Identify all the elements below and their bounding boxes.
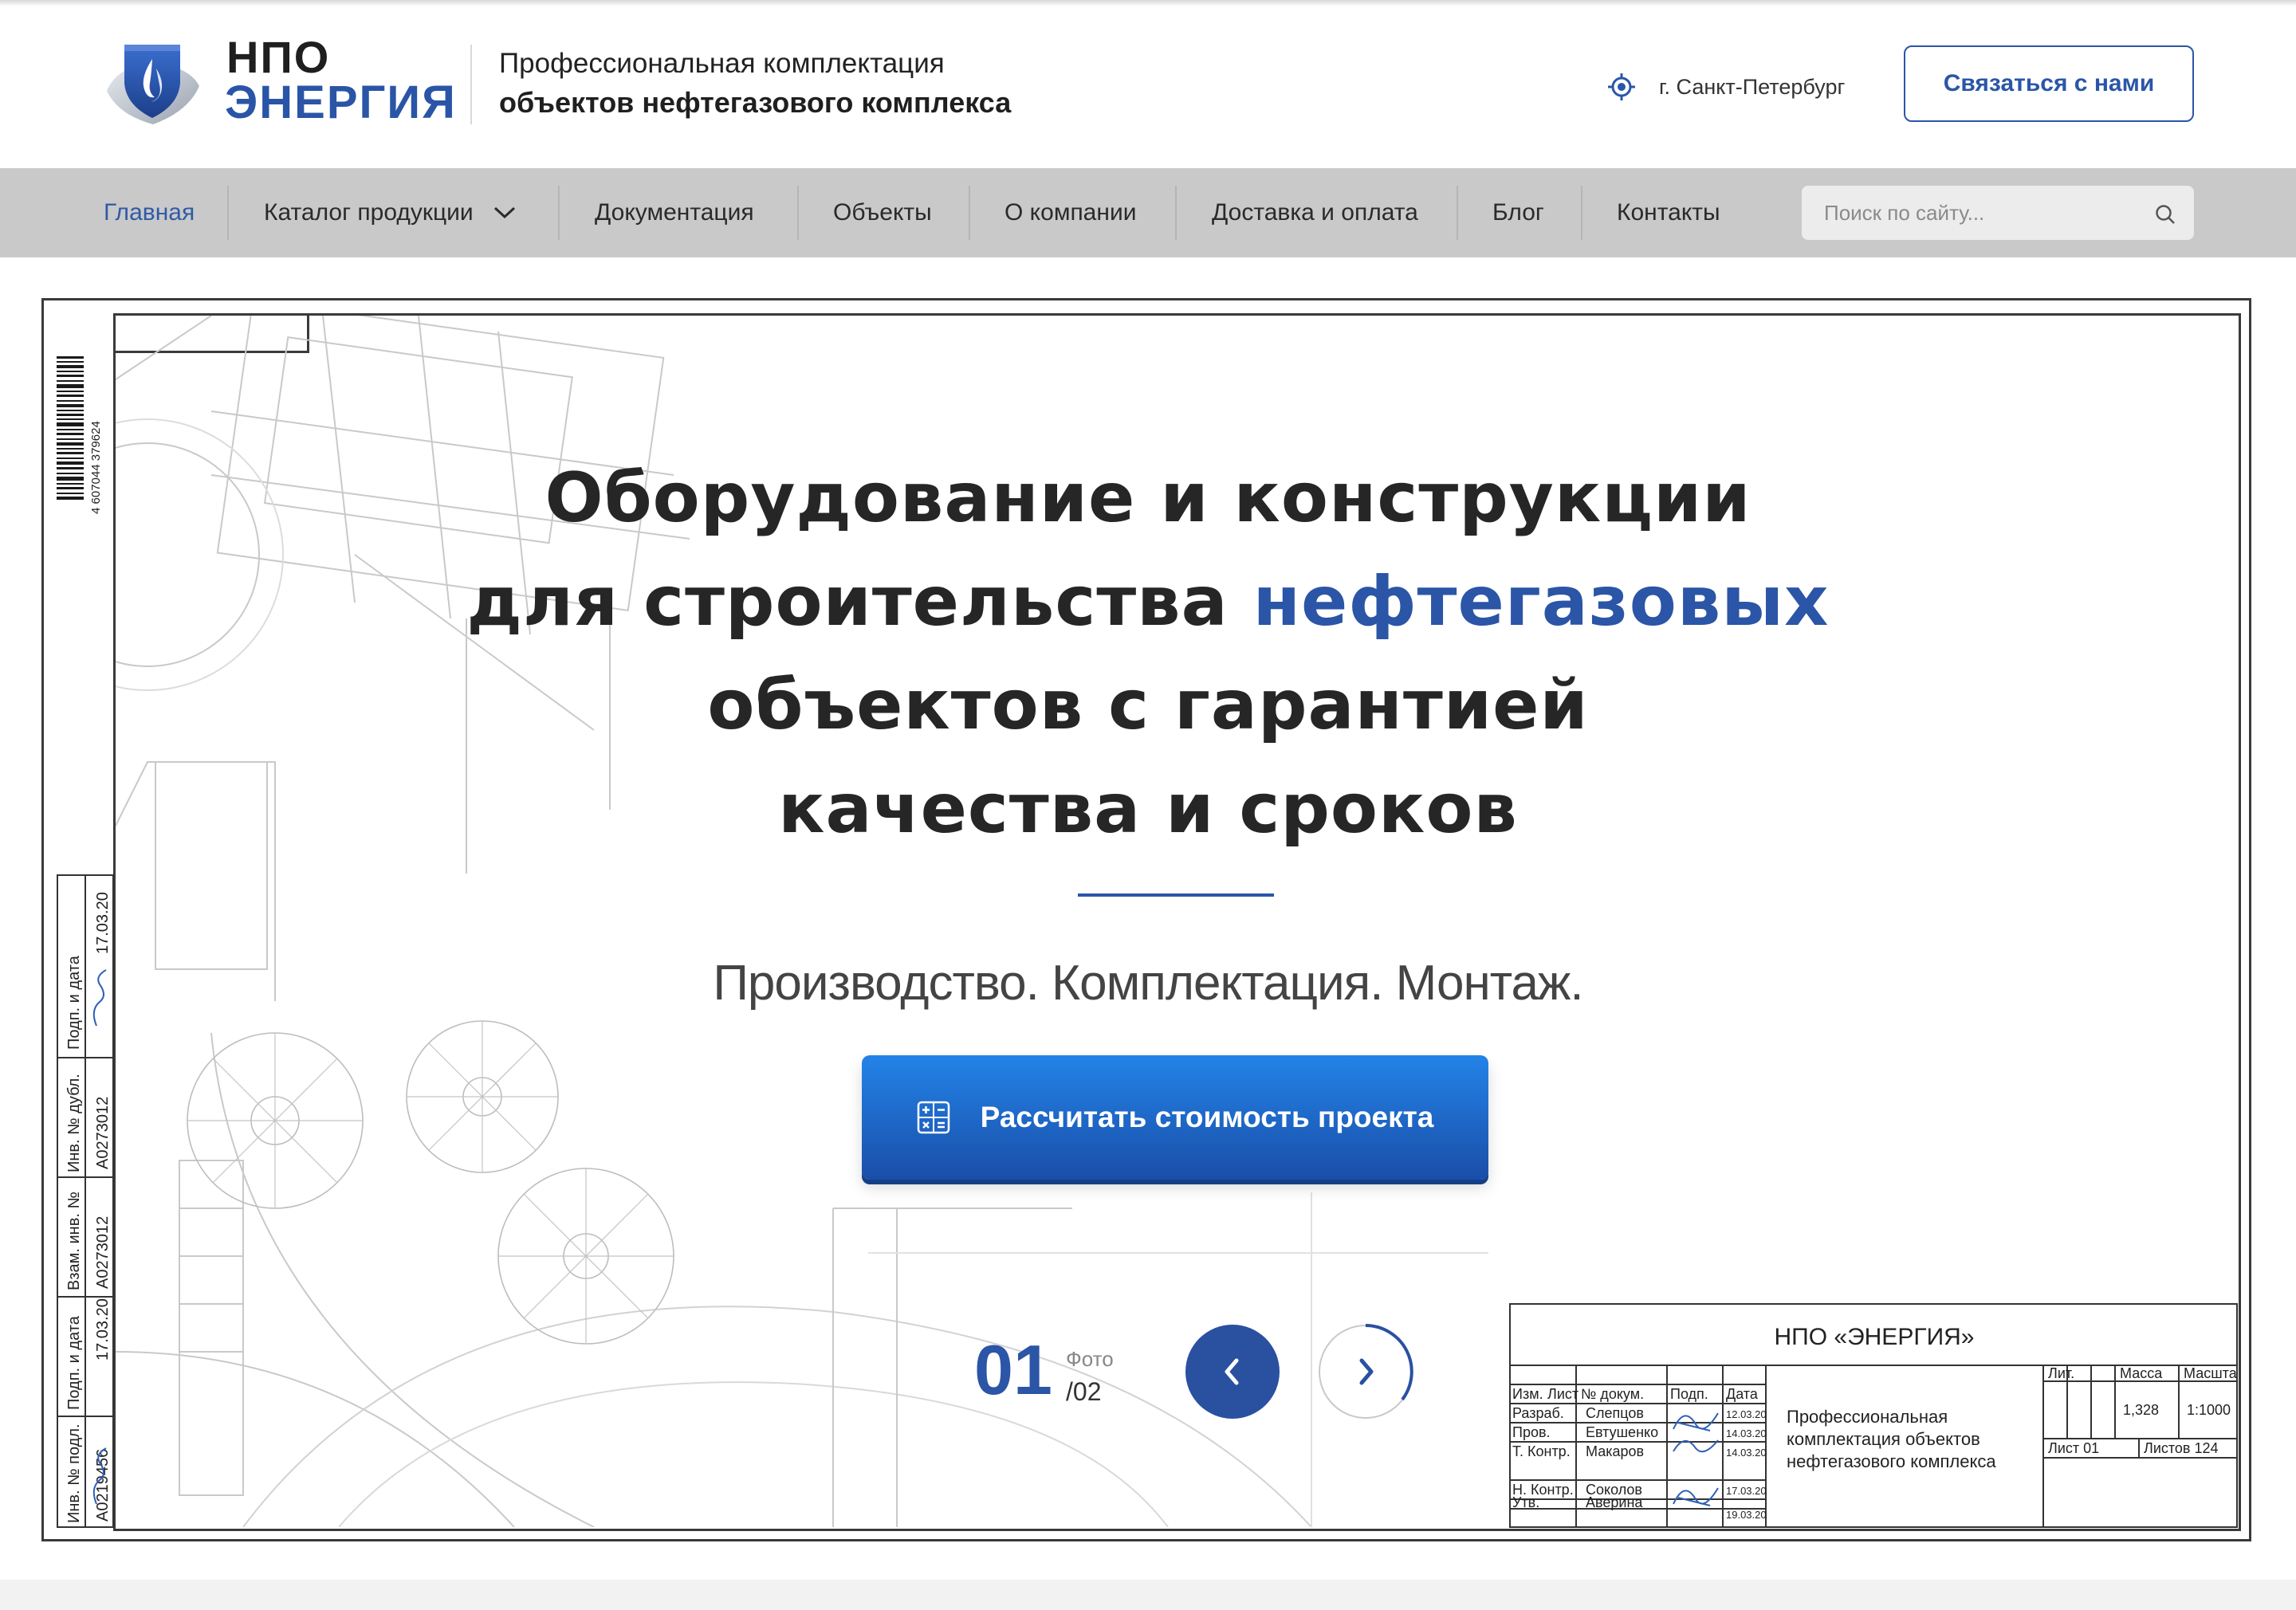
hero-divider (868, 1252, 1488, 1254)
stamp-role-3: Т. Контр. (1512, 1443, 1571, 1459)
logo-name-line2[interactable]: ЭНЕРГИЯ (225, 80, 457, 126)
stamp-date-6: 19.03.20 (1726, 1509, 1767, 1521)
nav-item-label: Блог (1492, 199, 1544, 226)
contact-us-button[interactable]: Связаться с нами (1904, 45, 2194, 122)
strip-value-3: A0273012 (94, 1216, 112, 1289)
location-target-icon (1608, 73, 1635, 100)
slider-next-button[interactable] (1317, 1323, 1414, 1420)
stamp-desc-2: комплектация объектов (1787, 1429, 1980, 1449)
logo-emblem-icon[interactable] (100, 35, 204, 129)
strip-value-2: 17.03.20 (94, 1298, 112, 1361)
nav-separator (1581, 186, 1582, 240)
hero-title-line2: для строительства нефтегазовых (0, 550, 2296, 654)
stamp-date-1: 12.03.20 (1726, 1408, 1767, 1420)
chevron-right-icon (1359, 1358, 1374, 1385)
stamp-role-2: Пров. (1512, 1424, 1551, 1440)
nav-item-label: Главная (104, 199, 195, 226)
stamp-scale: 1:1000 (2187, 1402, 2231, 1418)
nav-item-label: Контакты (1617, 199, 1720, 226)
site-header: НПО ЭНЕРГИЯ Профессиональная комплектаци… (0, 0, 2296, 168)
city-selector[interactable]: г. Санкт-Петербург (1606, 72, 1845, 102)
nav-item-home[interactable]: Главная (104, 168, 195, 257)
chevron-left-icon (1225, 1358, 1239, 1385)
stamp-mass-label: Масса (2120, 1365, 2163, 1381)
nav-item-label: Документация (595, 199, 754, 226)
tagline-line2: объектов нефтегазового комплекса (499, 86, 1012, 119)
strip-label-3: Взам. инв. № (65, 1192, 83, 1290)
calculate-cost-label: Рассчитать стоимость проекта (980, 1101, 1434, 1133)
strip-label-1: Инв. № подл. (65, 1423, 83, 1523)
stamp-date-5: 17.03.20 (1726, 1485, 1767, 1497)
nav-item-documentation[interactable]: Документация (595, 168, 754, 257)
slider-prev-button[interactable] (1185, 1325, 1280, 1419)
hero-title-line2-text: для строительства (466, 562, 1253, 642)
strip-value-4: A0273012 (94, 1097, 112, 1169)
strip-value-5: 17.03.20 (94, 892, 112, 954)
site-search (1802, 186, 2194, 240)
calculate-cost-button[interactable]: Рассчитать стоимость проекта (862, 1055, 1488, 1180)
slide-counter-current: 01 (974, 1330, 1052, 1409)
slide-counter-word: Фото (1066, 1347, 1114, 1371)
nav-item-label: Объекты (833, 199, 932, 226)
nav-item-catalog[interactable]: Каталог продукции (264, 168, 517, 257)
stamp-role-1: Разраб. (1512, 1405, 1564, 1421)
nav-item-delivery[interactable]: Доставка и оплата (1212, 168, 1418, 257)
nav-item-label: О компании (1005, 199, 1137, 226)
stamp-header-izm: Изм. (1512, 1386, 1543, 1402)
nav-item-label: Каталог продукции (264, 199, 474, 226)
stamp-header-doc: № докум. (1581, 1386, 1644, 1402)
city-label: г. Санкт-Петербург (1659, 74, 1846, 99)
stamp-role-6: Утв. (1512, 1494, 1539, 1510)
hero-title-highlight: нефтегазовых (1252, 562, 1830, 642)
hero-title: Оборудование и конструкции для строитель… (0, 446, 2296, 861)
nav-separator (227, 186, 229, 240)
hero-subtitle: Производство. Комплектация. Монтаж. (713, 956, 1583, 1011)
stamp-scale-label: Масштаб (2184, 1365, 2238, 1381)
stamp-sheets: Листов 124 (2144, 1440, 2219, 1456)
stamp-name-3: Макаров (1586, 1443, 1644, 1459)
nav-separator (1175, 186, 1177, 240)
strip-label-2: Подп. и дата (65, 1315, 83, 1410)
hero-title-line3: объектов с гарантией (707, 666, 1589, 745)
nav-item-about[interactable]: О компании (1005, 168, 1136, 257)
stamp-name-1: Слепцов (1586, 1405, 1644, 1421)
logo-name-line1[interactable]: НПО (226, 35, 330, 80)
nav-item-blog[interactable]: Блог (1492, 168, 1544, 257)
hero-title-line1: Оборудование и конструкции (545, 458, 1751, 538)
stamp-desc-1: Профессиональная (1787, 1407, 1948, 1427)
search-icon[interactable] (2154, 203, 2176, 226)
stamp-name-2: Евтушенко (1586, 1424, 1658, 1440)
stamp-date-3: 14.03.20 (1726, 1447, 1767, 1459)
nav-item-contacts[interactable]: Контакты (1617, 168, 1720, 257)
strip-label-4: Инв. № дубл. (65, 1074, 83, 1172)
tagline-line1: Профессиональная комплектация (499, 48, 945, 79)
stamp-mass: 1,328 (2123, 1402, 2159, 1418)
nav-item-objects[interactable]: Объекты (833, 168, 932, 257)
slide-counter-total: /02 (1066, 1377, 1102, 1406)
logo-divider (470, 45, 472, 124)
stamp-lit-label: Лит. (2048, 1365, 2074, 1381)
nav-separator (797, 186, 799, 240)
drawing-title-block: НПО «ЭНЕРГИЯ» Изм. Лист № докум. Подп. Д… (1509, 1303, 2238, 1528)
chevron-down-icon (493, 206, 515, 219)
stamp-date-2: 14.03.20 (1726, 1427, 1767, 1439)
nav-separator (969, 186, 970, 240)
search-input[interactable] (1822, 199, 2145, 226)
nav-item-label: Доставка и оплата (1212, 199, 1418, 226)
stamp-header-sign: Подп. (1670, 1386, 1708, 1402)
page-bottom-band (0, 1580, 2296, 1610)
stamp-name-6: Аверина (1586, 1494, 1643, 1510)
stamp-header-date: Дата (1726, 1386, 1759, 1402)
calculator-icon (917, 1101, 949, 1134)
stamp-desc-3: нефтегазового комплекса (1787, 1451, 1996, 1471)
hero-accent-rule (1078, 893, 1274, 897)
nav-separator (1457, 186, 1458, 240)
stamp-org: НПО «ЭНЕРГИЯ» (1775, 1324, 1975, 1350)
nav-separator (558, 186, 560, 240)
strip-value-1: A0219456 (94, 1449, 112, 1522)
stamp-sheet: Лист 01 (2048, 1440, 2099, 1456)
hero-title-line4: качества и сроков (778, 769, 1518, 849)
stamp-header-list: Лист (1547, 1386, 1578, 1402)
